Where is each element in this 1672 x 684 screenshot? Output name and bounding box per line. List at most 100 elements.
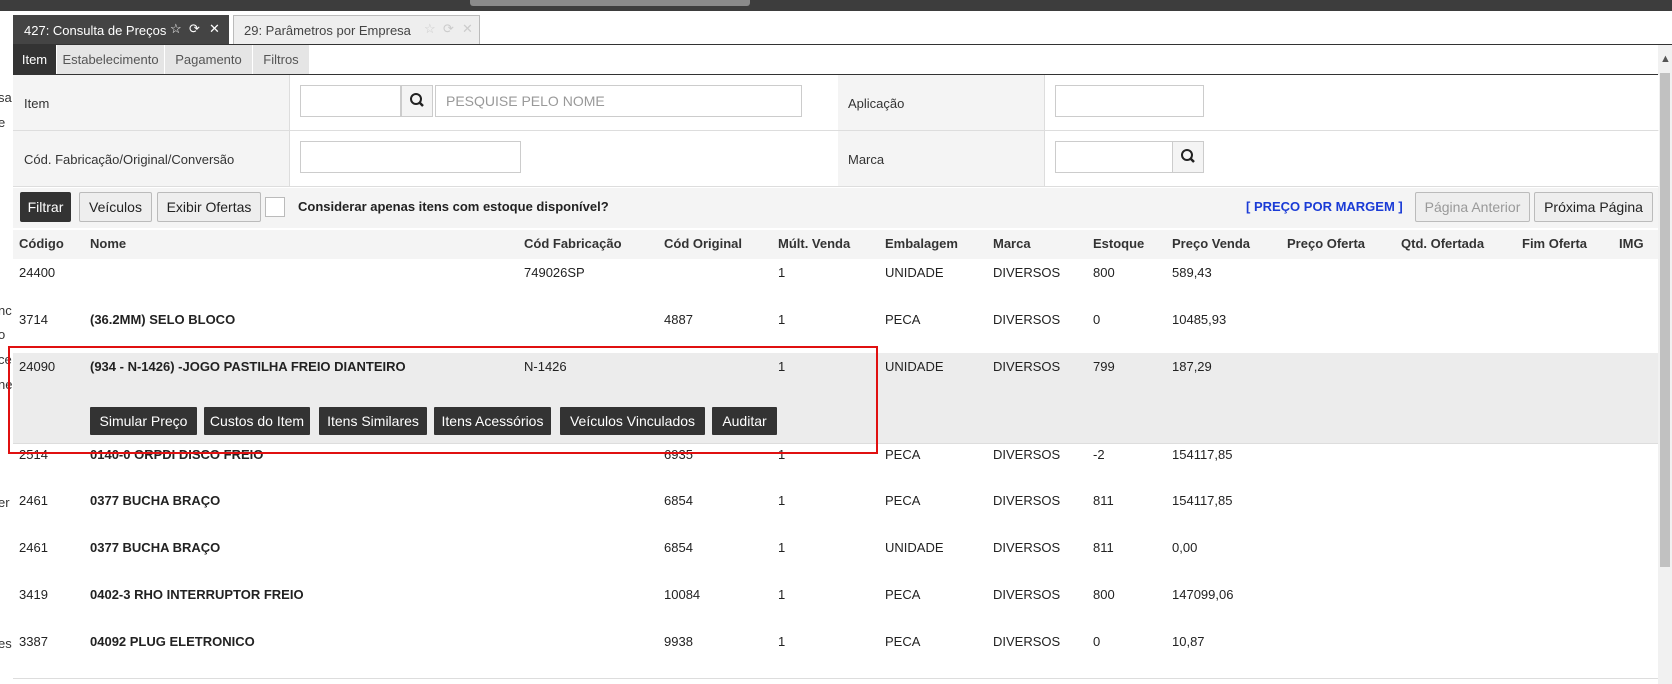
- header-estoque[interactable]: Estoque: [1093, 236, 1144, 251]
- cell-preco-venda: 187,29: [1172, 359, 1212, 374]
- cell-mult-venda: 1: [778, 634, 786, 649]
- cell-nome: 0377 BUCHA BRAÇO: [90, 493, 221, 508]
- header-qtd-ofertada[interactable]: Qtd. Ofertada: [1401, 236, 1484, 251]
- marca-search-button[interactable]: [1172, 141, 1204, 173]
- table-header: Código Nome Cód Fabricação Cód Original …: [13, 230, 1658, 260]
- strip-text: e: [0, 115, 6, 130]
- cell-marca: DIVERSOS: [993, 312, 1061, 327]
- header-cod-original[interactable]: Cód Original: [664, 236, 742, 251]
- estoque-checkbox[interactable]: [265, 197, 285, 217]
- header-fim-oferta[interactable]: Fim Oferta: [1522, 236, 1587, 251]
- cell-estoque: 811: [1093, 540, 1114, 555]
- cell-cod-original: 9938: [664, 634, 693, 649]
- tab-parametros-empresa[interactable]: 29: Parâmetros por Empresa ☆ ⟳ ✕: [233, 15, 480, 45]
- cell-nome: 0402-3 RHO INTERRUPTOR FREIO: [90, 587, 304, 602]
- header-img[interactable]: IMG: [1619, 236, 1644, 251]
- cell-embalagem: PECA: [885, 634, 921, 649]
- cell-marca: DIVERSOS: [993, 265, 1061, 280]
- refresh-icon[interactable]: ⟳: [189, 14, 200, 44]
- cell-marca: DIVERSOS: [993, 587, 1061, 602]
- exibir-ofertas-button[interactable]: Exibir Ofertas: [157, 192, 261, 222]
- cell-embalagem: PECA: [885, 587, 921, 602]
- filtrar-button[interactable]: Filtrar: [20, 192, 71, 222]
- header-preco-venda[interactable]: Preço Venda: [1172, 236, 1250, 251]
- aplicacao-input[interactable]: [1055, 85, 1204, 117]
- cod-fabricacao-input[interactable]: [300, 141, 521, 173]
- tab-filtros[interactable]: Filtros: [253, 45, 310, 74]
- address-bar[interactable]: [470, 0, 750, 6]
- cell-mult-venda: 1: [778, 312, 786, 327]
- star-icon[interactable]: ☆: [170, 14, 182, 44]
- strip-text: sa: [0, 90, 12, 105]
- strip-text: nc: [0, 303, 12, 318]
- cell-preco-venda: 10485,93: [1172, 312, 1227, 327]
- estoque-checkbox-label: Considerar apenas itens com estoque disp…: [298, 199, 609, 214]
- strip-text: es: [0, 636, 12, 651]
- tab-label: 29: Parâmetros por Empresa: [244, 23, 411, 38]
- cell-mult-venda: 1: [778, 493, 786, 508]
- browser-top-bar: [0, 0, 1672, 11]
- pagina-anterior-button[interactable]: Página Anterior: [1415, 192, 1530, 222]
- cell-preco-venda: 147099,06: [1172, 587, 1234, 602]
- tab-item[interactable]: Item: [13, 45, 57, 74]
- item-code-input[interactable]: [300, 85, 401, 117]
- close-icon[interactable]: ✕: [209, 14, 220, 44]
- item-search-button[interactable]: [401, 85, 433, 117]
- cell-codigo: 3387: [19, 634, 48, 649]
- header-mult-venda[interactable]: Múlt. Venda: [778, 236, 850, 251]
- vertical-scrollbar[interactable]: ▲: [1658, 45, 1672, 684]
- marca-field-cell: [1044, 131, 1659, 186]
- star-icon[interactable]: ☆: [424, 14, 436, 44]
- refresh-icon[interactable]: ⟳: [443, 14, 454, 44]
- cell-marca: DIVERSOS: [993, 634, 1061, 649]
- cell-estoque: 811: [1093, 493, 1114, 508]
- cell-codigo: 3714: [19, 312, 48, 327]
- cell-embalagem: PECA: [885, 312, 921, 327]
- veiculos-button[interactable]: Veículos: [79, 192, 152, 222]
- cell-preco-venda: 154117,85: [1172, 447, 1233, 462]
- cell-codigo: 2461: [19, 493, 48, 508]
- cell-preco-venda: 589,43: [1172, 265, 1212, 280]
- tab-pagamento[interactable]: Pagamento: [165, 45, 253, 74]
- marca-input[interactable]: [1055, 141, 1173, 173]
- cell-cod-original: 6854: [664, 540, 693, 555]
- table-row[interactable]: 3387 04092 PLUG ELETRONICO 9938 1 PECA D…: [13, 631, 1658, 679]
- cell-preco-venda: 154117,85: [1172, 493, 1233, 508]
- close-icon[interactable]: ✕: [462, 14, 473, 44]
- search-icon: [1181, 149, 1195, 163]
- item-label: Item: [24, 96, 50, 111]
- scrollbar-thumb[interactable]: [1660, 73, 1670, 567]
- cell-embalagem: PECA: [885, 493, 921, 508]
- cell-cod-fabricacao: 749026SP: [524, 265, 585, 280]
- table-row[interactable]: 3419 0402-3 RHO INTERRUPTOR FREIO 10084 …: [13, 584, 1658, 632]
- cell-estoque: 800: [1093, 587, 1115, 602]
- table-row[interactable]: 24400 749026SP 1 UNIDADE DIVERSOS 800 58…: [13, 259, 1658, 307]
- scroll-up-icon[interactable]: ▲: [1660, 53, 1671, 65]
- item-name-input[interactable]: [435, 85, 802, 117]
- cell-marca: DIVERSOS: [993, 359, 1061, 374]
- tab-estabelecimento[interactable]: Estabelecimento: [57, 45, 165, 74]
- cell-codigo: 3419: [19, 587, 48, 602]
- cell-mult-venda: 1: [778, 265, 786, 280]
- header-marca[interactable]: Marca: [993, 236, 1031, 251]
- cod-fabricacao-label: Cód. Fabricação/Original/Conversão: [24, 152, 235, 167]
- table-row[interactable]: 2461 0377 BUCHA BRAÇO 6854 1 PECA DIVERS…: [13, 490, 1658, 538]
- cell-nome: 04092 PLUG ELETRONICO: [90, 634, 255, 649]
- cell-embalagem: UNIDADE: [885, 359, 944, 374]
- cell-embalagem: UNIDADE: [885, 265, 944, 280]
- cell-embalagem: PECA: [885, 447, 921, 462]
- header-preco-oferta[interactable]: Preço Oferta: [1287, 236, 1365, 251]
- header-codigo[interactable]: Código: [19, 236, 64, 251]
- proxima-pagina-button[interactable]: Próxima Página: [1534, 192, 1653, 222]
- cell-cod-original: 10084: [664, 587, 701, 602]
- cell-marca: DIVERSOS: [993, 493, 1061, 508]
- highlight-box: [8, 346, 878, 454]
- tab-consulta-precos[interactable]: 427: Consulta de Preços ☆ ⟳ ✕: [13, 15, 229, 45]
- preco-margem-link[interactable]: [ PREÇO POR MARGEM ]: [1246, 199, 1403, 214]
- header-embalagem[interactable]: Embalagem: [885, 236, 958, 251]
- header-cod-fabricacao[interactable]: Cód Fabricação: [524, 236, 622, 251]
- filter-toolbar: Filtrar Veículos Exibir Ofertas Consider…: [13, 188, 1658, 228]
- aplicacao-field-cell: [1044, 75, 1659, 130]
- table-row[interactable]: 2461 0377 BUCHA BRAÇO 6854 1 UNIDADE DIV…: [13, 537, 1658, 585]
- header-nome[interactable]: Nome: [90, 236, 126, 251]
